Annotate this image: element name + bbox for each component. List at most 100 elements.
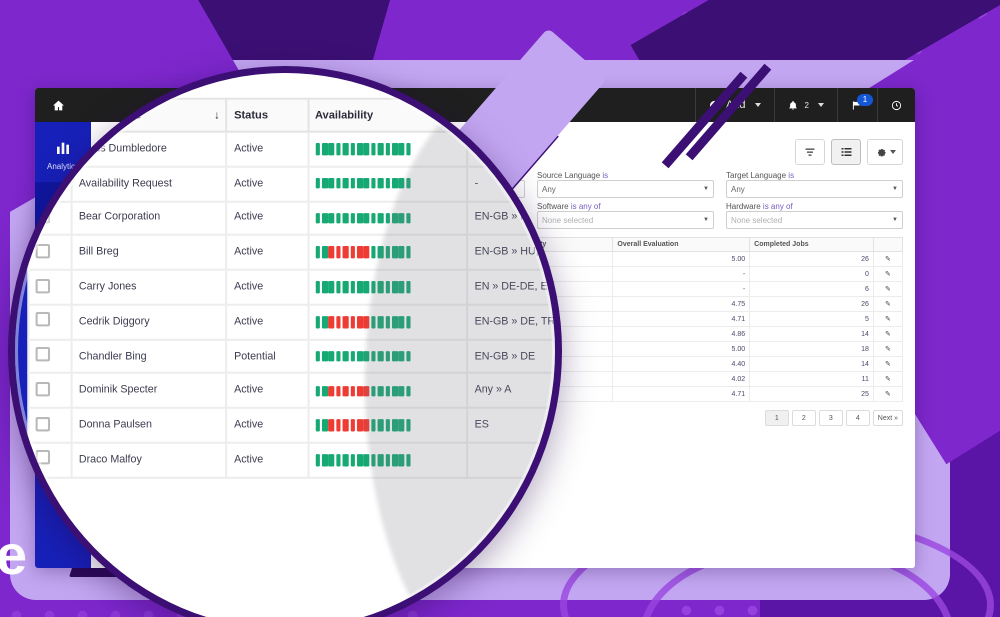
filter-select[interactable]: None selected▼ bbox=[537, 211, 714, 229]
edit-icon[interactable]: ✎ bbox=[872, 326, 904, 342]
navbar-messages-button[interactable]: 1 bbox=[837, 88, 877, 122]
availability-block bbox=[321, 454, 328, 466]
detail-jobs: 11 bbox=[749, 371, 874, 387]
row-checkbox bbox=[35, 381, 51, 397]
availability-block bbox=[314, 143, 321, 155]
navbar-history-button[interactable] bbox=[877, 88, 915, 122]
row-checkbox-cell[interactable] bbox=[27, 407, 73, 444]
availability-block bbox=[342, 350, 349, 363]
row-checkbox-cell[interactable] bbox=[27, 234, 73, 272]
row-checkbox-cell[interactable] bbox=[27, 165, 73, 202]
availability-block bbox=[328, 212, 335, 224]
edit-icon[interactable]: ✎ bbox=[872, 296, 904, 312]
edit-icon[interactable]: ✎ bbox=[872, 371, 904, 387]
availability-block bbox=[321, 212, 328, 224]
vendor-legal-name: Chandler Bing bbox=[70, 338, 228, 375]
vendor-col-0[interactable]: Legal Name ↓ bbox=[70, 97, 228, 133]
availability-block bbox=[321, 385, 328, 397]
row-checkbox bbox=[35, 208, 51, 224]
edit-icon[interactable]: ✎ bbox=[872, 266, 904, 282]
availability-block bbox=[314, 212, 321, 224]
row-checkbox-cell[interactable] bbox=[27, 303, 73, 341]
navbar-notifications-button[interactable]: 2 bbox=[773, 88, 837, 122]
vendor-legal-name: Albus Dumbledore bbox=[70, 130, 228, 168]
list-view-icon[interactable] bbox=[831, 139, 861, 165]
vendor-status: Active bbox=[225, 130, 309, 168]
gear-icon[interactable] bbox=[867, 139, 903, 165]
availability-block bbox=[321, 246, 328, 259]
vendor-legal-name: Bear Corporation bbox=[70, 199, 228, 237]
vendor-status: Active bbox=[225, 165, 309, 202]
availability-block bbox=[363, 177, 370, 190]
availability-block bbox=[398, 143, 405, 155]
availability-block bbox=[342, 177, 349, 190]
availability-block bbox=[314, 419, 321, 432]
pagination-page-4[interactable]: 4 bbox=[845, 410, 870, 426]
availability-block bbox=[349, 385, 356, 397]
filter-software: Software is any of None selected ▼ bbox=[537, 202, 714, 229]
availability-block bbox=[349, 316, 356, 328]
availability-block bbox=[363, 454, 370, 466]
availability-block bbox=[356, 350, 363, 363]
filter-source-language: Source Language is Any ▼ bbox=[537, 171, 714, 198]
row-checkbox bbox=[35, 416, 51, 431]
availability-block bbox=[356, 419, 363, 432]
edit-icon[interactable]: ✎ bbox=[872, 341, 904, 357]
filter-select[interactable]: Any ▼ bbox=[537, 180, 714, 198]
edit-icon[interactable]: ✎ bbox=[872, 356, 904, 372]
edit-icon[interactable]: ✎ bbox=[872, 386, 904, 402]
availability-block bbox=[335, 177, 342, 190]
pagination-page-3[interactable]: 3 bbox=[818, 410, 843, 426]
detail-col-3[interactable]: Completed Jobs bbox=[749, 237, 874, 252]
availability-block bbox=[328, 143, 335, 155]
vendor-legal-name: Availability Request bbox=[70, 165, 228, 202]
availability-block bbox=[328, 281, 335, 294]
filter-label: Software is any of bbox=[537, 202, 601, 211]
row-checkbox bbox=[35, 139, 51, 155]
availability-block bbox=[342, 143, 349, 155]
detail-col-4[interactable] bbox=[872, 237, 904, 252]
vendor-status: Active bbox=[225, 199, 309, 237]
availability-block bbox=[328, 350, 335, 363]
row-checkbox-cell[interactable] bbox=[27, 441, 73, 479]
magnified-sidebar bbox=[15, 73, 28, 617]
pagination-page-2[interactable]: 2 bbox=[791, 410, 816, 426]
row-checkbox-cell[interactable] bbox=[27, 130, 73, 168]
filter-select[interactable]: Any ▼ bbox=[726, 180, 903, 198]
row-checkbox-cell[interactable] bbox=[27, 199, 73, 237]
availability-block bbox=[314, 316, 321, 328]
edit-icon[interactable]: ✎ bbox=[872, 311, 904, 327]
vendor-col-1[interactable]: Status bbox=[225, 97, 309, 133]
notifications-count: 2 bbox=[804, 100, 809, 110]
row-checkbox-cell[interactable] bbox=[27, 338, 73, 375]
pagination-page-1[interactable]: 1 bbox=[764, 410, 789, 426]
availability-block bbox=[384, 143, 391, 155]
availability-block bbox=[335, 454, 342, 466]
availability-block bbox=[321, 143, 328, 155]
availability-block bbox=[328, 316, 335, 328]
detail-evaluation: 5.00 bbox=[612, 251, 751, 267]
detail-evaluation: 4.71 bbox=[612, 311, 751, 327]
edit-icon[interactable]: ✎ bbox=[872, 251, 904, 267]
availability-block bbox=[370, 212, 377, 224]
availability-block bbox=[335, 316, 342, 328]
row-checkbox-cell[interactable] bbox=[27, 372, 73, 410]
pagination-next[interactable]: Next » bbox=[872, 410, 903, 426]
row-checkbox-cell[interactable] bbox=[27, 268, 73, 306]
screenshot-stage: e Add 2 1 bbox=[0, 0, 1000, 617]
detail-jobs: 26 bbox=[749, 251, 874, 267]
filter-label: Target Language is bbox=[726, 171, 795, 180]
edit-icon[interactable]: ✎ bbox=[872, 281, 904, 297]
select-all-checkbox bbox=[35, 105, 51, 121]
row-checkbox bbox=[35, 450, 51, 466]
filter-select[interactable]: None selected▼ bbox=[726, 211, 903, 229]
detail-evaluation: 5.00 bbox=[612, 341, 751, 357]
availability-block bbox=[321, 281, 328, 294]
filter-sort-icon[interactable] bbox=[795, 139, 825, 165]
detail-col-2[interactable]: Overall Evaluation bbox=[612, 237, 751, 252]
availability-block bbox=[335, 143, 342, 155]
availability-block bbox=[391, 143, 398, 155]
availability-block bbox=[328, 246, 335, 259]
vendor-select-all-header[interactable]: ▾ bbox=[27, 97, 73, 133]
availability-block bbox=[349, 350, 356, 363]
